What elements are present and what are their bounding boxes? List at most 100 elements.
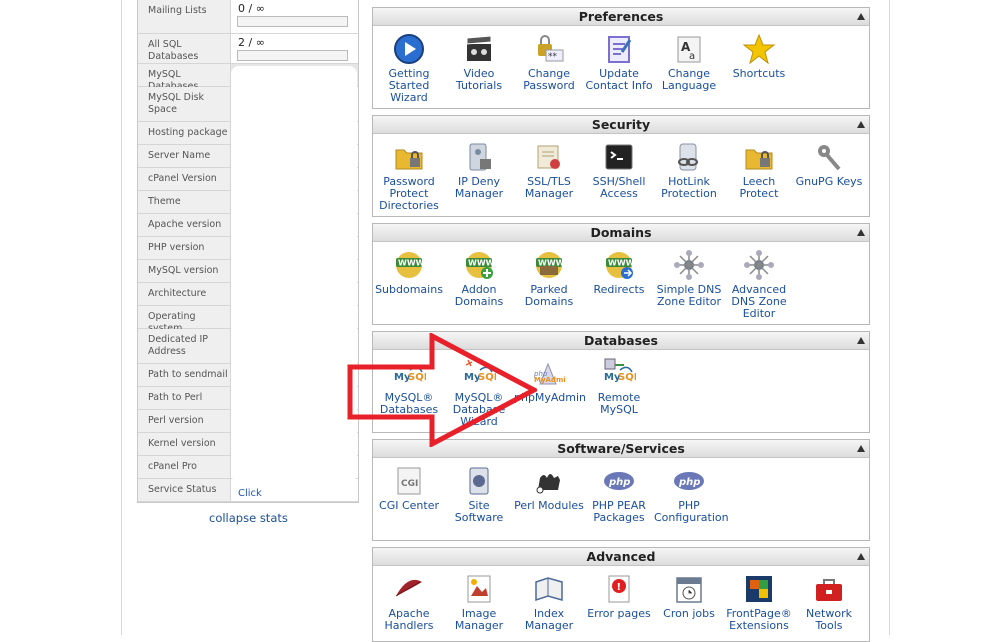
panel-item-label: Subdomains	[375, 283, 443, 296]
svg-text:SQL: SQL	[618, 372, 636, 383]
panel-item-lock[interactable]: ** Change Password	[514, 30, 584, 104]
calendar-icon	[672, 572, 706, 606]
annotation-arrow	[347, 333, 537, 447]
stat-row: Mailing Lists 0 / ∞	[138, 0, 358, 34]
panel-item-label: Simple DNS Zone Editor	[656, 283, 722, 308]
panel-item-book[interactable]: Index Manager	[514, 570, 584, 632]
panel-item-keys[interactable]: GnuPG Keys	[794, 138, 864, 212]
panel-item-label: GnuPG Keys	[795, 175, 863, 188]
panel-item-label: Password Protect Directories	[379, 175, 439, 212]
dns-network-icon	[742, 248, 776, 282]
panel-item-remote-mysql[interactable]: MySQLRemote MySQL	[584, 354, 654, 428]
panel-item-chain[interactable]: HotLink Protection	[654, 138, 724, 212]
panel-item-toolbox[interactable]: Network Tools	[794, 570, 864, 632]
book-icon	[532, 572, 566, 606]
php-icon: php	[602, 464, 636, 498]
collapse-triangle-icon[interactable]	[857, 13, 865, 20]
panel-item-label: Advanced DNS Zone Editor	[731, 283, 787, 320]
collapse-triangle-icon[interactable]	[857, 121, 865, 128]
stat-label: Path to sendmail	[138, 364, 231, 386]
collapse-triangle-icon[interactable]	[857, 229, 865, 236]
frontpage-icon	[742, 572, 776, 606]
remote-mysql-icon: MySQL	[602, 356, 636, 390]
panel-title: Advanced	[586, 549, 656, 564]
panel-item-frontpage[interactable]: FrontPage® Extensions	[724, 570, 794, 632]
panel-item-feather[interactable]: Apache Handlers	[374, 570, 444, 632]
panel-item-folder-lock[interactable]: Leech Protect	[724, 138, 794, 212]
panel-item-play[interactable]: Getting Started Wizard	[374, 30, 444, 104]
collapse-stats-link[interactable]: collapse stats	[209, 511, 288, 525]
panel-header[interactable]: Advanced	[373, 548, 869, 566]
star-icon	[742, 32, 776, 66]
cgi-icon: CGI	[392, 464, 426, 498]
panel-item-www-globe[interactable]: WWW Subdomains	[374, 246, 444, 320]
panel-header[interactable]: Domains	[373, 224, 869, 242]
panel-item-camel[interactable]: Perl Modules	[514, 462, 584, 524]
collapse-triangle-icon[interactable]	[857, 553, 865, 560]
panel-items: WWW Subdomains WWW Addon Domains WWW Parked D…	[373, 242, 869, 320]
stat-label: Hosting package	[138, 122, 231, 144]
panel-item-terminal[interactable]: SSH/Shell Access	[584, 138, 654, 212]
panel-advanced: Advanced Apache Handlers Image Manager Inde…	[372, 547, 870, 642]
panel-item-calendar[interactable]: Cron jobs	[654, 570, 724, 632]
panel-domains: Domains WWW Subdomains WWW Addon Domains WWW P…	[372, 223, 870, 325]
panel-item-dns-network[interactable]: Advanced DNS Zone Editor	[724, 246, 794, 320]
stat-value-text: 2 / ∞	[238, 36, 265, 49]
service-status-link[interactable]: Click	[238, 488, 262, 499]
panel-item-label: IP Deny Manager	[454, 175, 504, 200]
stat-label: Theme	[138, 191, 231, 213]
svg-text:WWW: WWW	[608, 259, 635, 268]
php-icon: php	[672, 464, 706, 498]
panel-item-label: Shortcuts	[732, 67, 786, 80]
panel-item-language[interactable]: Aa Change Language	[654, 30, 724, 104]
panel-item-dns-network[interactable]: Simple DNS Zone Editor	[654, 246, 724, 320]
keys-icon	[812, 140, 846, 174]
terminal-icon	[602, 140, 636, 174]
panel-item-label: HotLink Protection	[661, 175, 717, 200]
panel-header[interactable]: Security	[373, 116, 869, 134]
panel-item-folder-lock[interactable]: Password Protect Directories	[374, 138, 444, 212]
svg-text:WWW: WWW	[398, 259, 425, 268]
folder-lock-icon	[742, 140, 776, 174]
panel-item-star[interactable]: Shortcuts	[724, 30, 794, 104]
panel-item-label: Update Contact Info	[585, 67, 653, 92]
panel-title: Domains	[590, 225, 652, 240]
panel-item-php[interactable]: php PHP Configuration	[654, 462, 729, 524]
panel-header[interactable]: Preferences	[373, 8, 869, 26]
panel-item-label: Image Manager	[454, 607, 504, 632]
panel-item-www-redirect[interactable]: WWW Redirects	[584, 246, 654, 320]
image-icon	[462, 572, 496, 606]
panel-item-php[interactable]: php PHP PEAR Packages	[584, 462, 654, 524]
panel-security: Security Password Protect Directories IP D…	[372, 115, 870, 217]
stat-value: 0 / ∞	[231, 0, 358, 33]
server-lock-icon	[462, 140, 496, 174]
panel-item-site-software[interactable]: Site Software	[444, 462, 514, 524]
panel-items: Getting Started Wizard Video Tutorials ** C…	[373, 26, 869, 104]
stat-label: Dedicated IP Address	[138, 329, 231, 363]
panel-item-cgi[interactable]: CGI CGI Center	[374, 462, 444, 524]
panel-item-label: Perl Modules	[514, 499, 584, 512]
stat-label: Architecture	[138, 283, 231, 305]
panel-item-certificate[interactable]: SSL/TLS Manager	[514, 138, 584, 212]
panel-item-www-add[interactable]: WWW Addon Domains	[444, 246, 514, 320]
panel-title: Security	[591, 117, 651, 132]
svg-text:WWW: WWW	[468, 259, 495, 268]
panel-item-label: Site Software	[454, 499, 504, 524]
stat-label: cPanel Pro	[138, 456, 231, 478]
panel-item-error-page[interactable]: ! Error pages	[584, 570, 654, 632]
panel-item-image[interactable]: Image Manager	[444, 570, 514, 632]
toolbox-icon	[812, 572, 846, 606]
clapperboard-icon	[462, 32, 496, 66]
panel-item-label: Addon Domains	[454, 283, 504, 308]
svg-text:a: a	[689, 51, 695, 62]
panel-items: CGI CGI Center Site Software Perl Modules ph…	[373, 458, 869, 524]
collapse-triangle-icon[interactable]	[857, 445, 865, 452]
folder-lock-icon	[392, 140, 426, 174]
panel-item-contact-card[interactable]: Update Contact Info	[584, 30, 654, 104]
svg-text:php: php	[678, 477, 700, 488]
panel-item-clapperboard[interactable]: Video Tutorials	[444, 30, 514, 104]
svg-text:MyAdmin: MyAdmin	[534, 376, 566, 384]
panel-item-www-parked[interactable]: WWW Parked Domains	[514, 246, 584, 320]
panel-item-server-lock[interactable]: IP Deny Manager	[444, 138, 514, 212]
collapse-triangle-icon[interactable]	[857, 337, 865, 344]
